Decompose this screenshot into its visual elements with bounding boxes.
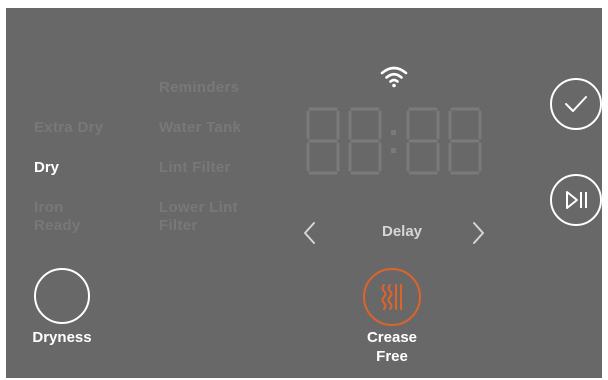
dryer-control-panel: Extra Dry Dry Iron Ready Reminders Water… <box>6 8 602 378</box>
indicator-reminders: Reminders <box>159 79 240 96</box>
confirm-button[interactable] <box>550 78 602 130</box>
display-digit <box>406 107 440 175</box>
play-pause-icon <box>566 191 587 209</box>
indicator-lower-lint-filter: Lower Lint Filter <box>159 199 238 234</box>
chevron-right-icon[interactable] <box>470 220 486 246</box>
steam-wave-icon <box>381 284 402 310</box>
display-digit <box>348 107 382 175</box>
start-pause-button[interactable] <box>550 174 602 226</box>
display-digit <box>306 107 340 175</box>
checkmark-icon <box>565 96 587 112</box>
display-colon <box>391 130 396 153</box>
crease-free-label: Crease Free <box>366 329 418 365</box>
display-digit <box>448 107 482 175</box>
option-dry[interactable]: Dry <box>34 159 59 177</box>
delay-label: Delay <box>381 223 423 240</box>
chevron-left-icon[interactable] <box>302 220 318 246</box>
dryness-button[interactable] <box>34 268 90 324</box>
dryness-label: Dryness <box>32 329 92 346</box>
crease-free-button[interactable] <box>363 268 421 326</box>
wifi-icon <box>380 66 408 88</box>
time-display <box>306 107 482 175</box>
option-iron-ready[interactable]: Iron Ready <box>34 199 81 235</box>
indicator-lint-filter: Lint Filter <box>159 159 231 176</box>
indicator-water-tank: Water Tank <box>159 119 242 136</box>
option-extra-dry[interactable]: Extra Dry <box>34 119 103 137</box>
